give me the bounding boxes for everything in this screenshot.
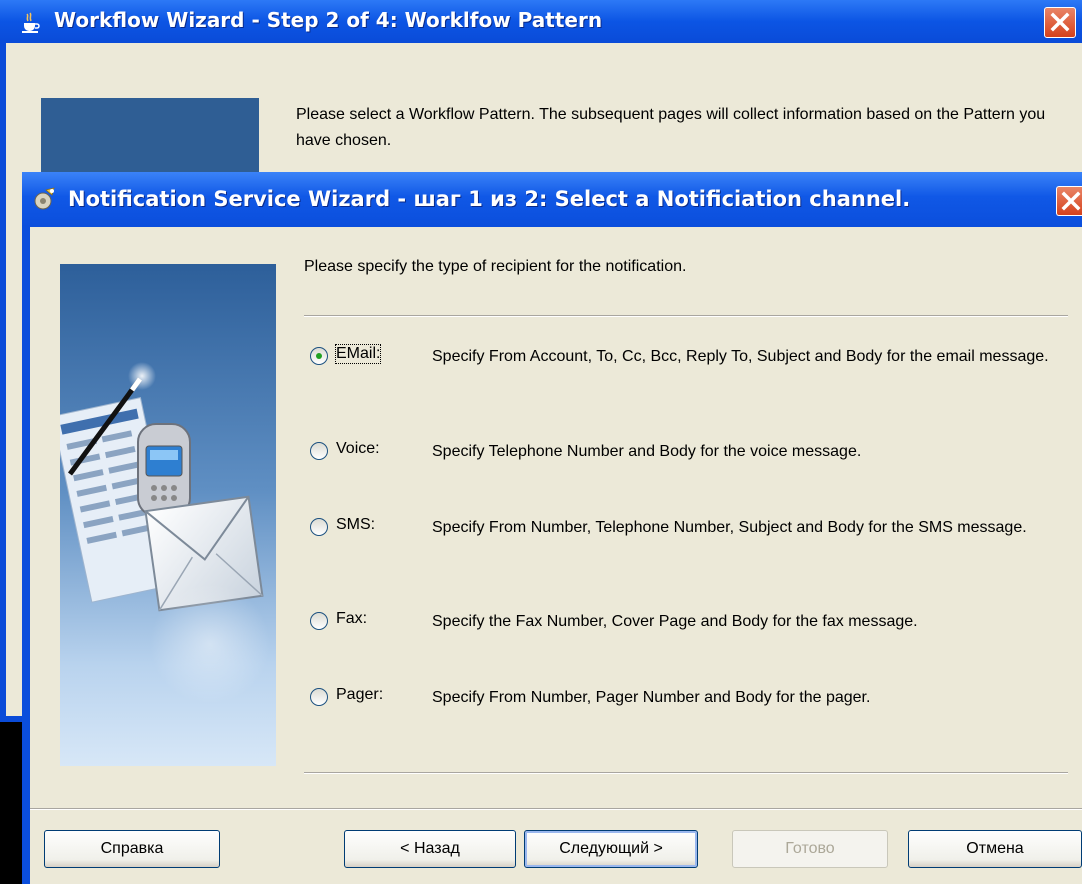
java-cup-icon	[18, 10, 42, 34]
email-radio[interactable]	[310, 347, 328, 365]
bottom-separator	[304, 772, 1068, 774]
email-label[interactable]: EMail:	[334, 344, 382, 364]
voice-description: Specify Telephone Number and Body for th…	[432, 443, 862, 460]
fax-label[interactable]: Fax:	[336, 610, 367, 628]
sms-description: Specify From Number, Telephone Number, S…	[432, 519, 1027, 536]
notification-wizard-dialog: Notification Service Wizard - шаг 1 из 2…	[22, 172, 1082, 884]
top-separator	[304, 315, 1068, 317]
finish-button[interactable]: Готово	[732, 830, 888, 868]
notification-wizard-titlebar[interactable]: Notification Service Wizard - шаг 1 из 2…	[22, 172, 1082, 227]
workflow-wizard-title: Workflow Wizard - Step 2 of 4: Worklfow …	[54, 8, 603, 32]
button-bar-separator	[30, 808, 1082, 810]
voice-radio[interactable]	[310, 442, 328, 460]
close-icon	[1050, 12, 1070, 32]
pager-label[interactable]: Pager:	[336, 686, 383, 704]
workflow-wizard-titlebar[interactable]: Workflow Wizard - Step 2 of 4: Worklfow …	[0, 0, 1082, 43]
radio-selected-dot	[316, 353, 322, 359]
cancel-button[interactable]: Отмена	[908, 830, 1082, 868]
fax-radio[interactable]	[310, 612, 328, 630]
notification-wizard-close-button[interactable]	[1056, 186, 1082, 216]
notification-wizard-title: Notification Service Wizard - шаг 1 из 2…	[68, 187, 911, 211]
wizard-illustration	[60, 264, 276, 766]
sms-radio[interactable]	[310, 518, 328, 536]
dialog-left-frame	[22, 227, 30, 884]
next-button[interactable]: Следующий >	[524, 830, 698, 868]
pager-description: Specify From Number, Pager Number and Bo…	[432, 689, 871, 706]
workflow-wizard-description: Please select a Workflow Pattern. The su…	[296, 106, 1046, 149]
fax-description: Specify the Fax Number, Cover Page and B…	[432, 613, 918, 630]
wizard-gear-icon	[32, 186, 58, 212]
help-button[interactable]: Справка	[44, 830, 220, 868]
back-button[interactable]: < Назад	[344, 830, 516, 868]
sms-label[interactable]: SMS:	[336, 516, 375, 534]
email-description: Specify From Account, To, Cc, Bcc, Reply…	[432, 348, 1049, 365]
voice-label[interactable]: Voice:	[336, 440, 380, 458]
close-icon	[1061, 191, 1081, 211]
pager-radio[interactable]	[310, 688, 328, 706]
recipient-prompt: Please specify the type of recipient for…	[304, 258, 687, 275]
workflow-wizard-close-button[interactable]	[1044, 7, 1076, 38]
